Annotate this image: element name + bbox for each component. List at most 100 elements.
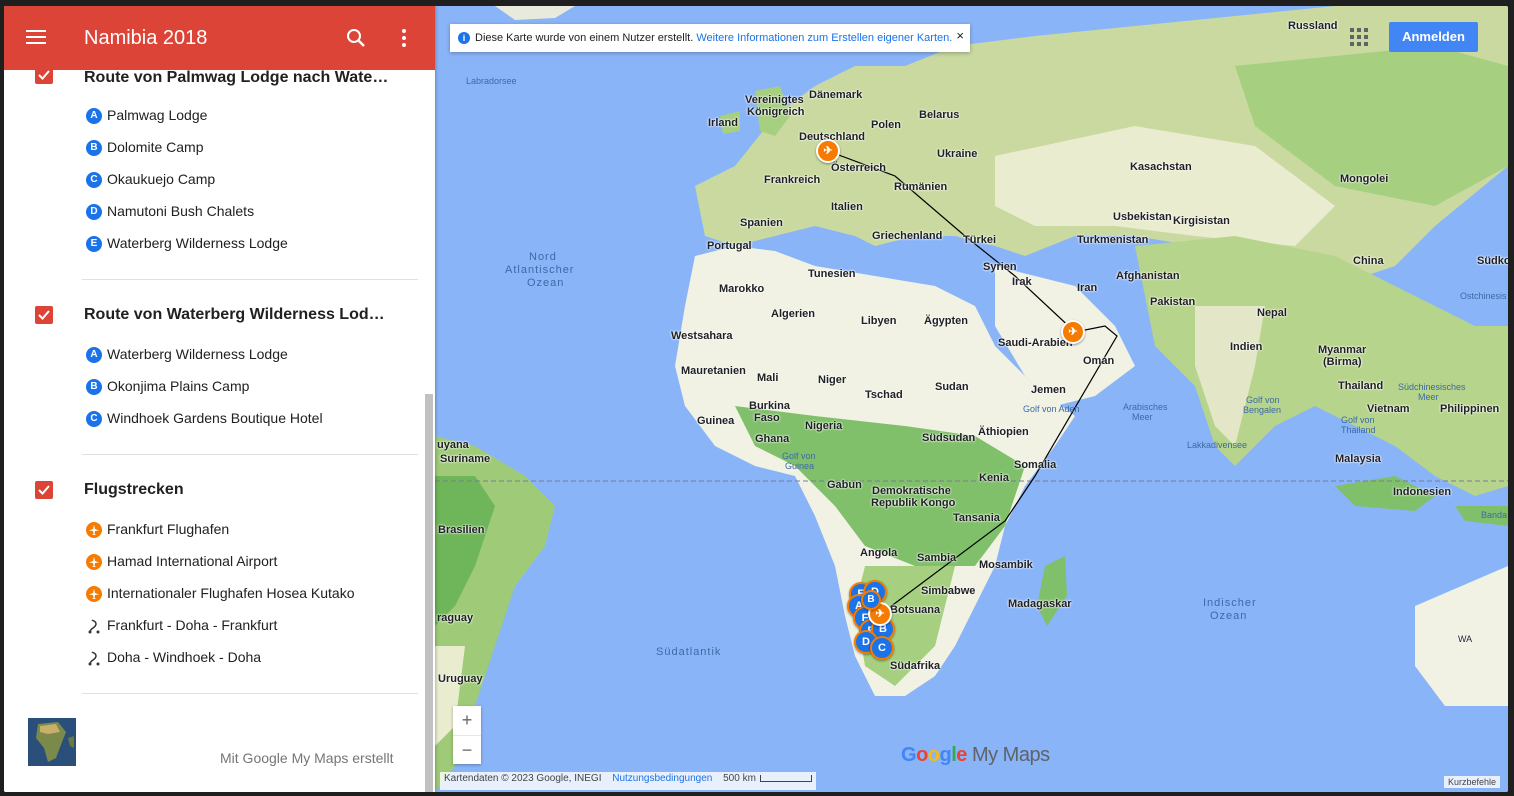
list-item[interactable]: Internationaler Flughafen Hosea Kutako xyxy=(86,582,406,606)
map-label: Kasachstan xyxy=(1130,161,1192,173)
layer-header[interactable]: Flugstrecken xyxy=(4,471,424,511)
map-label: Meer xyxy=(1132,412,1153,422)
map-label: Mauretanien xyxy=(681,365,746,377)
list-item[interactable]: B Okonjima Plains Camp xyxy=(86,375,406,399)
map-label: Italien xyxy=(831,201,863,213)
airport-icon xyxy=(86,554,102,570)
scrollbar[interactable] xyxy=(425,394,433,792)
item-label: Okonjima Plains Camp xyxy=(107,378,250,394)
map-base-layer xyxy=(435,6,1508,792)
map-label: Indien xyxy=(1230,341,1263,353)
map-label: Guinea xyxy=(697,415,735,427)
map-label: Südchinesisches xyxy=(1398,382,1466,392)
item-label: Doha - Windhoek - Doha xyxy=(107,649,262,665)
divider xyxy=(82,279,418,280)
layer-header[interactable]: Route von Waterberg Wilderness Lodge … xyxy=(4,296,424,336)
item-label: Namutoni Bush Chalets xyxy=(107,203,255,219)
map-label: Jemen xyxy=(1031,384,1066,396)
layer-checkbox[interactable] xyxy=(35,306,53,324)
search-icon[interactable] xyxy=(344,26,368,50)
list-item[interactable]: B Dolomite Camp xyxy=(86,136,406,160)
map-label: Turkmenistan xyxy=(1077,234,1149,246)
item-label: Frankfurt - Doha - Frankfurt xyxy=(107,617,278,633)
route-marker-pin[interactable]: C xyxy=(870,636,894,660)
zoom-in-button[interactable]: + xyxy=(453,706,481,735)
marker-b-icon: B xyxy=(86,140,102,156)
map-label: Meer xyxy=(1418,392,1439,402)
map-label: Syrien xyxy=(983,261,1017,273)
more-options-icon[interactable] xyxy=(392,26,416,50)
list-item[interactable]: C Windhoek Gardens Boutique Hotel xyxy=(86,407,406,431)
terms-link[interactable]: Nutzungsbedingungen xyxy=(612,773,712,784)
map-label: Golf von Aden xyxy=(1023,404,1080,414)
map-label: Nord xyxy=(529,251,557,263)
map-label: Simbabwe xyxy=(921,585,976,597)
list-item[interactable]: Hamad International Airport xyxy=(86,550,406,574)
map-label: Arabisches xyxy=(1123,402,1168,412)
list-item[interactable]: Frankfurt - Doha - Frankfurt xyxy=(86,614,406,638)
map-label: Algerien xyxy=(771,308,816,320)
map-canvas[interactable]: Russland Labradorsee Dänemark Vereinigte… xyxy=(435,6,1508,792)
map-label: Gabun xyxy=(827,479,862,491)
map-label: Südafrika xyxy=(890,660,941,672)
map-label: Brasilien xyxy=(438,524,485,536)
list-item[interactable]: A Waterberg Wilderness Lodge xyxy=(86,343,406,367)
made-with-text[interactable]: Mit Google My Maps erstellt xyxy=(220,750,394,766)
map-label: Indischer xyxy=(1203,597,1257,609)
map-label: Iran xyxy=(1077,282,1098,294)
layer-checkbox[interactable] xyxy=(35,481,53,499)
logo-suffix: My Maps xyxy=(971,744,1050,766)
menu-icon[interactable] xyxy=(24,26,48,50)
map-label: Madagaskar xyxy=(1008,598,1072,610)
marker-d-icon: D xyxy=(86,204,102,220)
map-label: Malaysia xyxy=(1335,453,1381,465)
map-title[interactable]: Namibia 2018 xyxy=(84,27,207,50)
map-label: Rumänien xyxy=(894,181,948,193)
map-label: Russland xyxy=(1288,20,1338,32)
basemap-thumbnail[interactable] xyxy=(28,718,76,766)
map-label: Indonesien xyxy=(1393,486,1452,498)
line-route-icon xyxy=(86,618,102,634)
map-label: Marokko xyxy=(719,283,765,295)
map-label: Ghana xyxy=(755,433,790,445)
map-label: Mali xyxy=(757,372,779,384)
list-item[interactable]: Doha - Windhoek - Doha xyxy=(86,646,406,670)
map-label: Irak xyxy=(1012,276,1032,288)
apps-grid-icon[interactable] xyxy=(1350,28,1368,46)
map-label: Thailand xyxy=(1341,425,1376,435)
airport-pin-doha[interactable]: ✈ xyxy=(1061,320,1085,344)
list-item[interactable]: A Palmwag Lodge xyxy=(86,104,406,128)
list-item[interactable]: D Namutoni Bush Chalets xyxy=(86,200,406,224)
map-label: Vietnam xyxy=(1367,403,1410,415)
map-label: Myanmar xyxy=(1318,344,1367,356)
zoom-out-button[interactable]: − xyxy=(453,736,481,765)
airport-pin-frankfurt[interactable]: ✈ xyxy=(816,139,840,163)
marker-e-icon: E xyxy=(86,236,102,252)
map-label: Afghanistan xyxy=(1116,270,1180,282)
map-label: Banda xyxy=(1481,510,1508,520)
keyboard-shortcuts-link[interactable]: Kurzbefehle xyxy=(1444,776,1501,788)
map-label: Bengalen xyxy=(1243,405,1282,415)
map-label: Kirgisistan xyxy=(1173,215,1230,227)
map-label: Portugal xyxy=(707,240,752,252)
list-item[interactable]: E Waterberg Wilderness Lodge xyxy=(86,232,406,256)
layer-header[interactable]: Route von Palmwag Lodge nach Waterbe… xyxy=(4,70,424,96)
map-label: Golf von xyxy=(1246,395,1280,405)
map-label: Golf von xyxy=(1341,415,1375,425)
item-label: Palmwag Lodge xyxy=(107,107,208,123)
layer-title: Route von Waterberg Wilderness Lodge … xyxy=(84,306,394,323)
map-label: Burkina xyxy=(749,400,790,412)
map-label: China xyxy=(1353,255,1384,267)
route-marker-pin[interactable]: B xyxy=(861,590,881,610)
list-item[interactable]: C Okaukuejo Camp xyxy=(86,168,406,192)
layers-list[interactable]: Route von Palmwag Lodge nach Waterbe… A … xyxy=(4,70,435,792)
close-icon[interactable]: × xyxy=(956,28,964,43)
map-label: raguay xyxy=(437,612,474,624)
layer-checkbox[interactable] xyxy=(35,70,53,84)
map-label: Angola xyxy=(860,547,898,559)
learn-more-link[interactable]: Weitere Informationen zum Erstellen eige… xyxy=(696,32,952,44)
map-label: Oman xyxy=(1083,355,1115,367)
sign-in-button[interactable]: Anmelden xyxy=(1389,22,1478,52)
list-item[interactable]: Frankfurt Flughafen xyxy=(86,518,406,542)
scale-bar[interactable]: 500 km xyxy=(723,773,812,784)
